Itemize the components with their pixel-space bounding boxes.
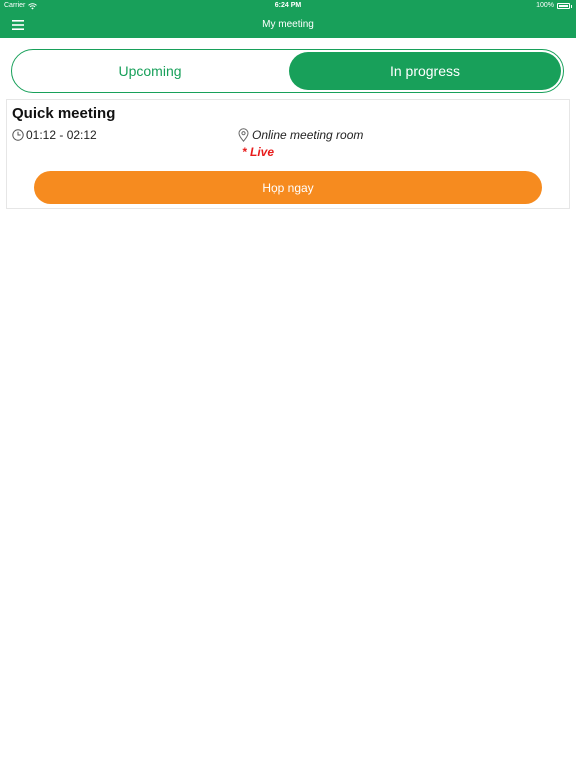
status-time: 6:24 PM bbox=[274, 2, 302, 9]
meeting-location: Online meeting room bbox=[252, 128, 364, 142]
meeting-title: Quick meeting bbox=[12, 105, 116, 122]
tab-upcoming[interactable]: Upcoming bbox=[14, 52, 286, 90]
join-now-button[interactable]: Họp ngay bbox=[34, 171, 542, 204]
meeting-time: 01:12 - 02:12 bbox=[26, 128, 97, 142]
battery-percent: 100% bbox=[536, 2, 554, 9]
status-battery: 100% bbox=[536, 0, 572, 12]
top-bar: Carrier 6:24 PM 100% My meeting bbox=[0, 0, 576, 38]
meeting-card[interactable]: Quick meeting 01:12 - 02:12 Online meeti… bbox=[6, 99, 570, 209]
tab-in-progress[interactable]: In progress bbox=[289, 52, 561, 90]
live-status-label: * Live bbox=[242, 145, 275, 159]
status-bar: Carrier 6:24 PM 100% bbox=[0, 0, 576, 12]
nav-bar: My meeting bbox=[0, 12, 576, 38]
clock-icon bbox=[12, 129, 24, 141]
meeting-time-row: 01:12 - 02:12 bbox=[12, 128, 97, 142]
page-title: My meeting bbox=[262, 19, 314, 30]
meeting-tabs: Upcoming In progress bbox=[11, 49, 564, 93]
meeting-location-row: Online meeting room bbox=[238, 128, 363, 142]
page: Carrier 6:24 PM 100% My meeting Upcoming… bbox=[0, 0, 576, 768]
battery-cap bbox=[571, 4, 572, 8]
location-pin-icon bbox=[238, 128, 249, 142]
battery-icon bbox=[557, 3, 570, 9]
